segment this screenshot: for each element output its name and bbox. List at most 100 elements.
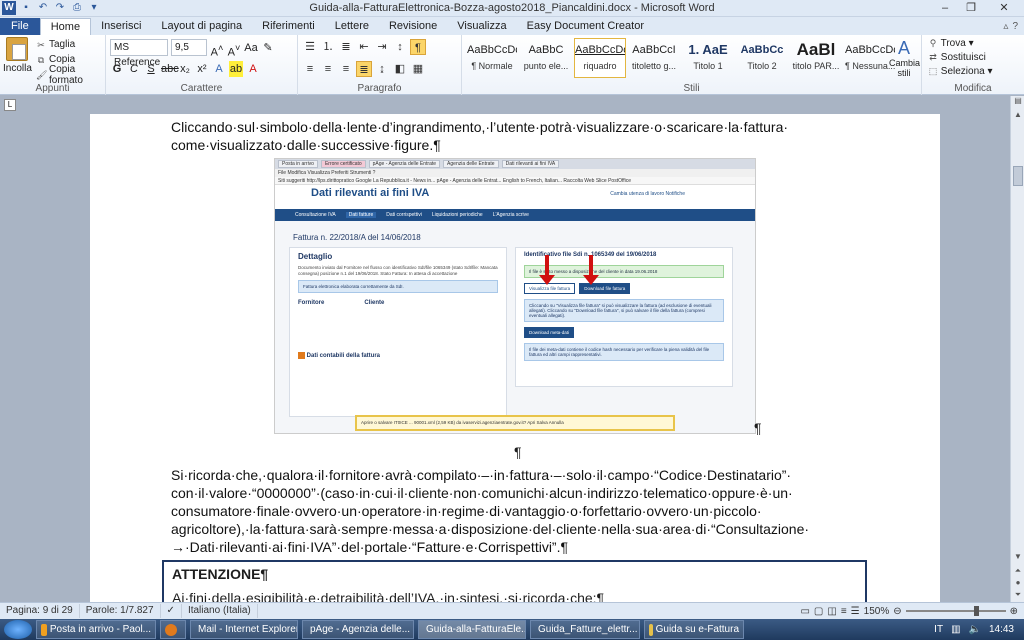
network-icon[interactable]: ▥ — [951, 624, 960, 635]
taskbar-item-posta[interactable]: Posta in arrivo - Paol... — [36, 620, 156, 639]
style-titolo-1[interactable]: 1. AaE Titolo 1 — [682, 38, 734, 78]
language-indicator[interactable]: Italiano (Italia) — [182, 604, 258, 618]
taskbar-item-guida-efattura[interactable]: Guida su e-Fattura — [644, 620, 744, 639]
shading-icon[interactable]: ◧ — [392, 61, 408, 77]
tab-lettere[interactable]: Lettere — [325, 18, 379, 35]
subscript-icon[interactable]: x₂ — [178, 61, 192, 77]
font-color-icon[interactable]: A — [246, 61, 260, 77]
clear-format-icon[interactable]: ✎ — [261, 40, 275, 56]
start-button[interactable] — [4, 620, 32, 639]
tab-easy-document-creator[interactable]: Easy Document Creator — [517, 18, 654, 35]
cut-button[interactable]: ✂ Taglia — [36, 38, 105, 51]
taskbar-item-firefox[interactable] — [160, 620, 186, 639]
taskbar-item-guida-fattura[interactable]: Guida-alla-FatturaEle... — [418, 620, 526, 639]
font-name-select[interactable]: MS Reference — [110, 39, 168, 68]
tab-home[interactable]: Home — [39, 18, 92, 35]
grow-font-icon[interactable]: A˄ — [210, 40, 224, 59]
change-case-icon[interactable]: Aa — [244, 40, 258, 56]
status-bar: Pagina: 9 di 29 Parole: 1/7.827 ✓ Italia… — [0, 602, 1024, 619]
input-language[interactable]: IT — [934, 624, 943, 635]
multilevel-list-icon[interactable]: ≣ — [338, 39, 354, 55]
ruler-toggle-icon[interactable]: ▤ — [1011, 96, 1024, 108]
zoom-level[interactable]: 150% — [864, 606, 890, 617]
word-counter[interactable]: Parole: 1/7.827 — [80, 604, 161, 618]
zoom-slider[interactable] — [905, 606, 1006, 616]
help-icon[interactable]: ? — [1012, 21, 1018, 32]
figure-portal-nav: Consultazione IVA Dati fatture Dati corr… — [275, 209, 755, 221]
scroll-down-icon[interactable]: ▼ — [1011, 552, 1024, 564]
align-center-icon[interactable]: ≡ — [320, 61, 336, 77]
next-page-icon[interactable]: ⏷ — [1011, 590, 1024, 602]
embedded-screenshot-figure[interactable]: Posta in arrivo Errore certificato pAge … — [274, 158, 756, 434]
taskbar-item-mail-ie[interactable]: Mail - Internet Explorer — [190, 620, 298, 639]
minimize-ribbon-icon[interactable]: ▵ — [1003, 21, 1008, 32]
change-styles-button[interactable]: A Cambia stili — [889, 38, 920, 78]
line-spacing-icon[interactable]: ↨ — [374, 61, 390, 77]
attention-box[interactable]: ATTENZIONE¶ Ai·fini·della·esigibilità·e·… — [162, 560, 867, 602]
font-size-select[interactable]: 9,5 — [171, 39, 207, 56]
volume-icon[interactable]: 🔈 — [969, 624, 981, 635]
paragraph-1[interactable]: Cliccando·sul·simbolo·della·lente·d’ingr… — [171, 118, 861, 154]
view-full-screen-icon[interactable]: ▢ — [814, 606, 823, 617]
view-outline-icon[interactable]: ≡ — [841, 606, 847, 617]
strikethrough-icon[interactable]: abc — [161, 61, 179, 77]
tab-inserisci[interactable]: Inserisci — [91, 18, 151, 35]
tab-file[interactable]: File — [0, 18, 40, 35]
taskbar-item-page[interactable]: pAge - Agenzia delle... — [302, 620, 414, 639]
zoom-out-icon[interactable]: ⊖ — [893, 606, 901, 617]
view-print-layout-icon[interactable]: ▭ — [800, 606, 809, 617]
clock[interactable]: 14:43 — [989, 624, 1014, 635]
underline-icon[interactable]: S — [144, 61, 158, 77]
scroll-up-icon[interactable]: ▲ — [1011, 110, 1024, 122]
style-titoletto[interactable]: AaBbCcI titoletto g... — [628, 38, 680, 78]
shrink-font-icon[interactable]: A˅ — [227, 40, 241, 59]
select-button[interactable]: ⬚ Seleziona ▾ — [928, 66, 993, 77]
restore-button[interactable]: ❐ — [958, 0, 984, 16]
previous-page-icon[interactable]: ⏶ — [1011, 566, 1024, 578]
align-left-icon[interactable]: ≡ — [302, 61, 318, 77]
paste-button[interactable]: Incolla — [3, 37, 32, 74]
tab-revisione[interactable]: Revisione — [379, 18, 447, 35]
style-titolo-2[interactable]: AaBbCc Titolo 2 — [736, 38, 788, 78]
browse-object-icon[interactable]: ● — [1011, 578, 1024, 590]
justify-icon[interactable]: ≣ — [356, 61, 372, 77]
tab-visualizza[interactable]: Visualizza — [447, 18, 516, 35]
spell-check-icon[interactable]: ✓ — [161, 604, 182, 618]
superscript-icon[interactable]: x² — [195, 61, 209, 77]
page-counter[interactable]: Pagina: 9 di 29 — [0, 604, 80, 618]
tab-stop-selector[interactable]: L — [4, 99, 16, 111]
figure-download-bar: Aprire o salvare IT0ICE ... 90001.xml (2… — [355, 415, 675, 431]
bold-icon[interactable]: G — [110, 61, 124, 77]
style-normale[interactable]: AaBbCcDc ¶ Normale — [466, 38, 518, 78]
close-button[interactable]: ✕ — [984, 0, 1024, 16]
zoom-slider-knob[interactable] — [973, 606, 979, 616]
text-effects-icon[interactable]: A — [212, 61, 226, 77]
style-riquadro[interactable]: AaBbCcDc riquadro — [574, 38, 626, 78]
find-button[interactable]: ⚲ Trova ▾ — [928, 38, 993, 49]
minimize-button[interactable]: – — [932, 0, 958, 16]
sort-icon[interactable]: ↕ — [392, 39, 408, 55]
highlight-icon[interactable]: ab — [229, 61, 243, 77]
tab-layout[interactable]: Layout di pagina — [151, 18, 252, 35]
taskbar-item-guida-fatture[interactable]: Guida_Fatture_elettr... — [530, 620, 640, 639]
italic-icon[interactable]: C — [127, 61, 141, 77]
show-formatting-icon[interactable]: ¶ — [410, 39, 426, 55]
tab-riferimenti[interactable]: Riferimenti — [252, 18, 325, 35]
vertical-scrollbar[interactable]: ▤ ▲ ▼ ⏶ ● ⏷ — [1010, 96, 1024, 602]
view-web-icon[interactable]: ◫ — [827, 606, 836, 617]
paragraph-2[interactable]: Si·ricorda·che,·qualora·il·fornitore·avr… — [171, 466, 861, 556]
view-draft-icon[interactable]: ☰ — [851, 606, 860, 617]
align-right-icon[interactable]: ≡ — [338, 61, 354, 77]
bullets-icon[interactable]: ☰ — [302, 39, 318, 55]
style-titolo-par[interactable]: AaBl titolo PAR... — [790, 38, 842, 78]
scroll-thumb[interactable] — [1013, 166, 1023, 186]
replace-button[interactable]: ⇄ Sostituisci — [928, 52, 993, 63]
style-punto-elenco[interactable]: AaBbC punto ele... — [520, 38, 572, 78]
format-painter-button[interactable]: 🖌 Copia formato — [36, 64, 105, 86]
increase-indent-icon[interactable]: ⇥ — [374, 39, 390, 55]
decrease-indent-icon[interactable]: ⇤ — [356, 39, 372, 55]
zoom-in-icon[interactable]: ⊕ — [1010, 606, 1018, 617]
borders-icon[interactable]: ▦ — [410, 61, 426, 77]
document-page[interactable]: Cliccando·sul·simbolo·della·lente·d’ingr… — [90, 114, 940, 602]
numbering-icon[interactable]: ⒈ — [320, 39, 336, 55]
